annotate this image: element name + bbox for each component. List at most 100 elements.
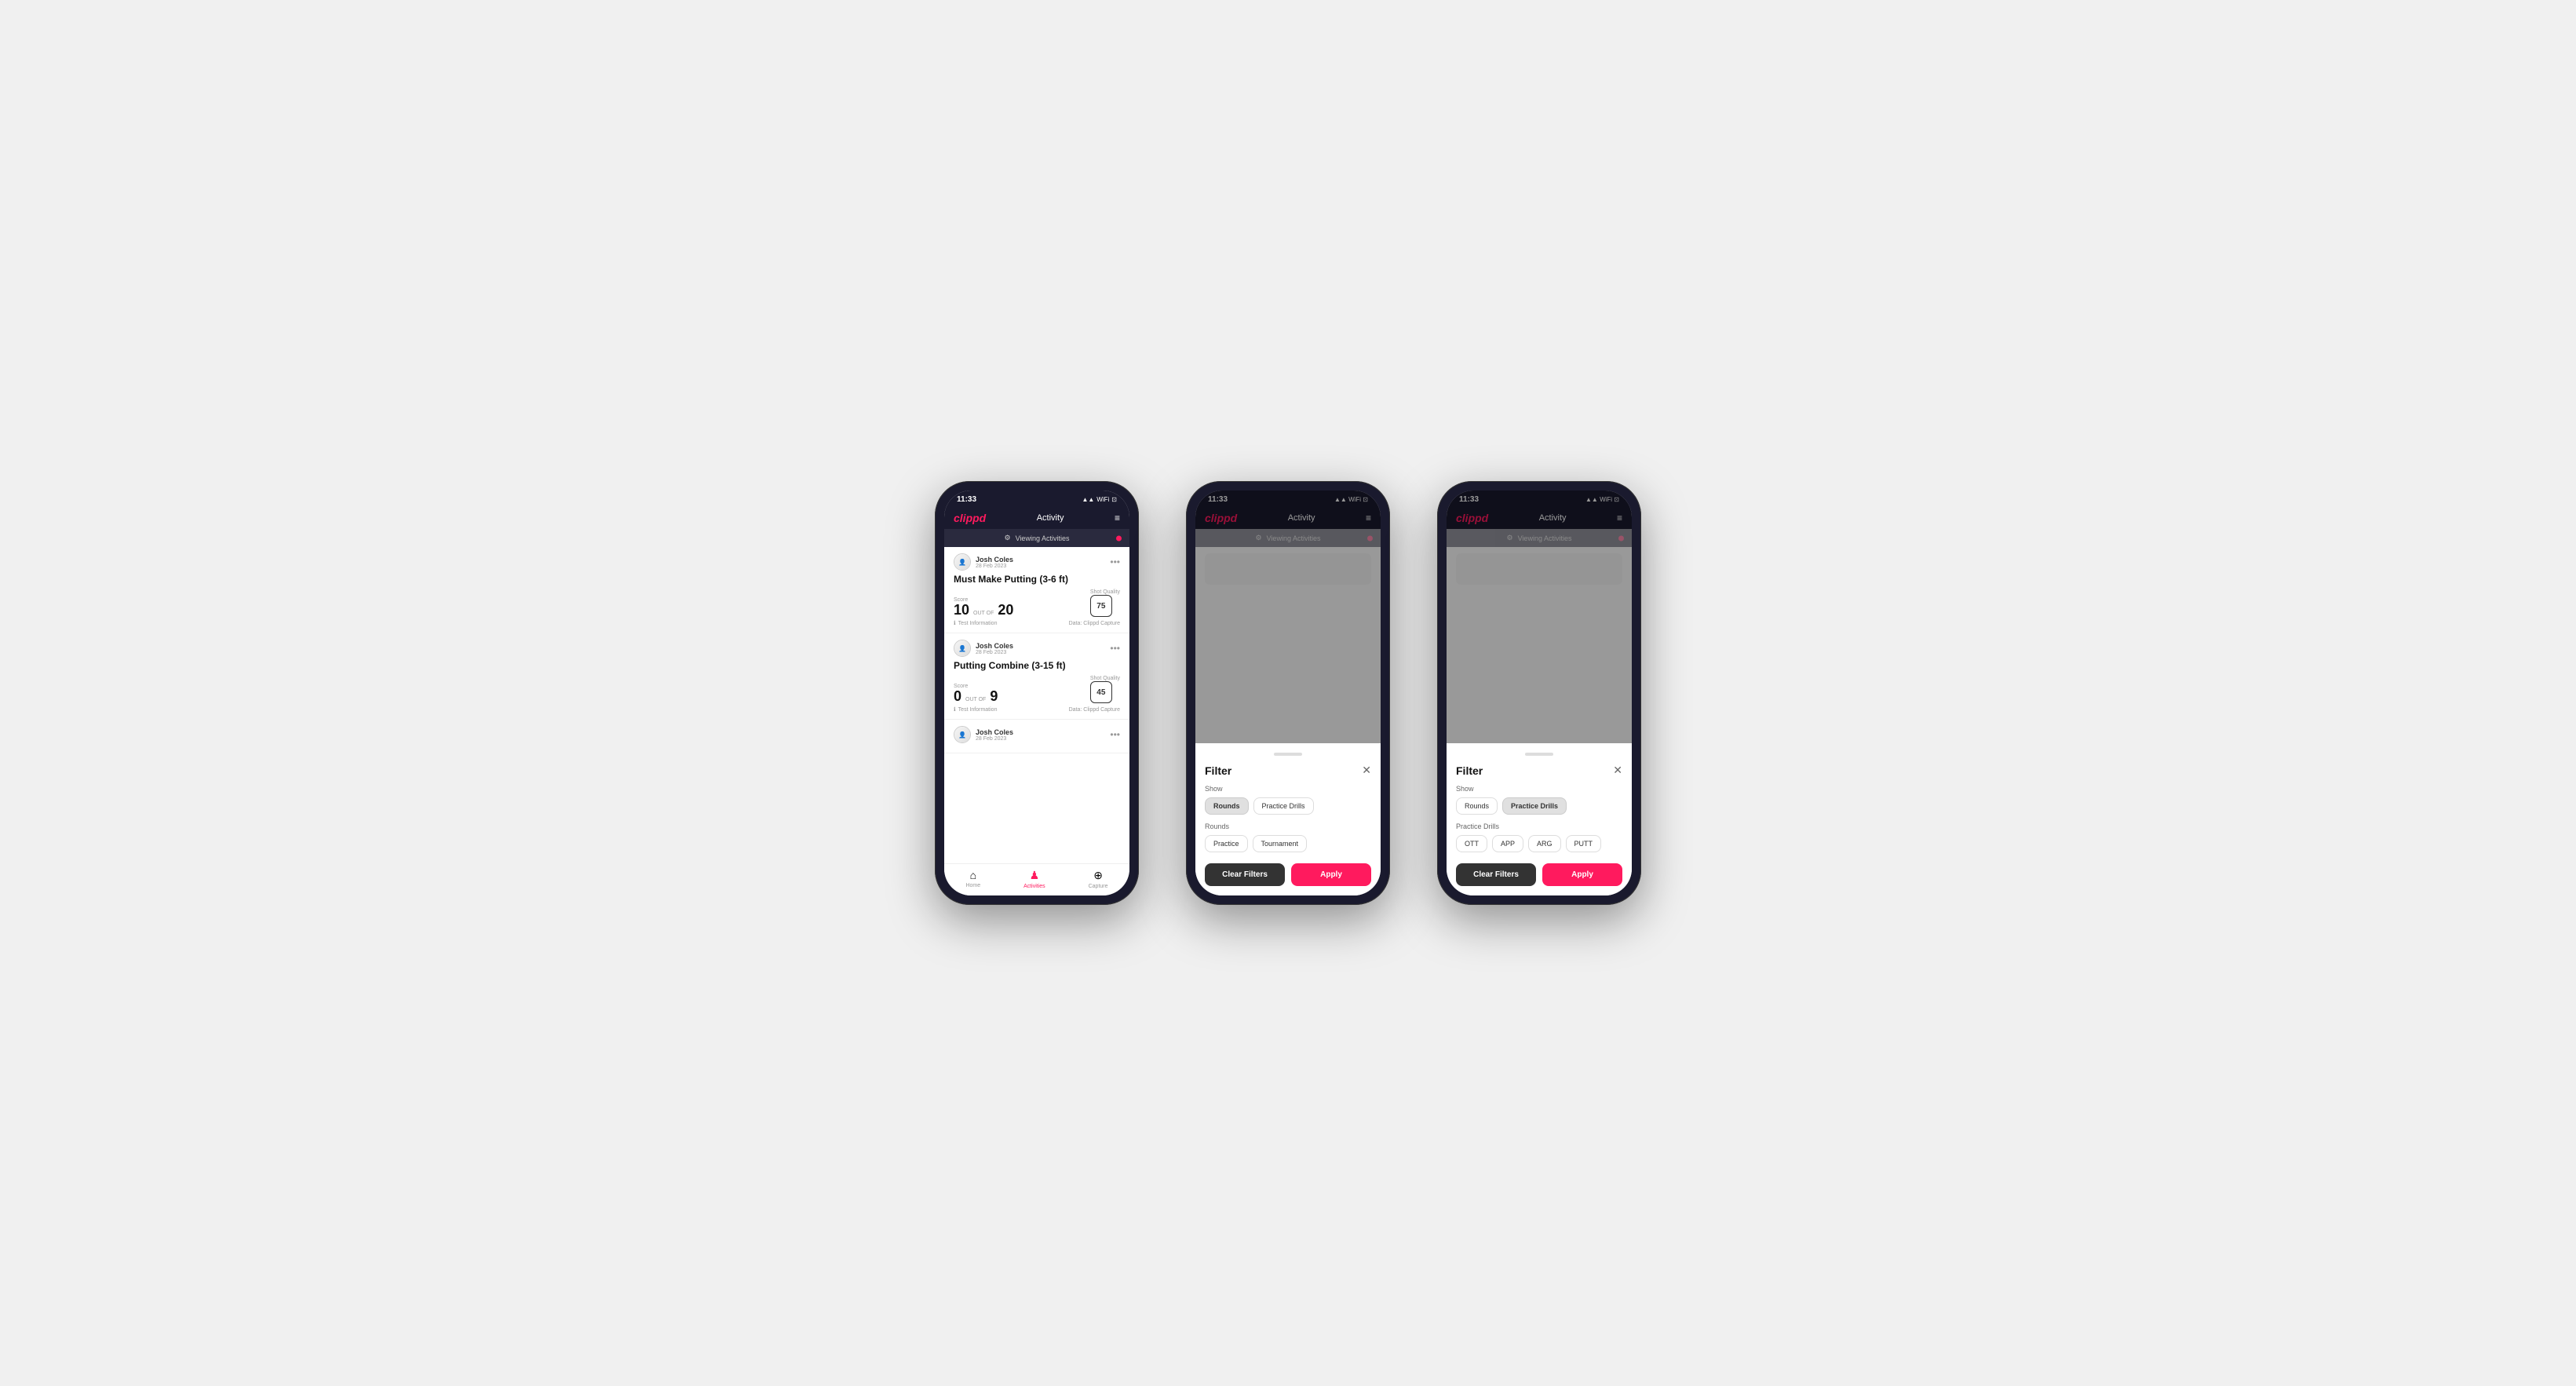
phone-1: 11:33 ▲▲ WiFi ⊡ clippd Activity ≡ ⚙ View… [935,481,1139,905]
viewing-label-1: Viewing Activities [1016,534,1070,542]
home-icon: ⌂ [970,869,976,881]
chip-practice-drills-3[interactable]: Practice Drills [1502,797,1567,815]
apply-btn-3[interactable]: Apply [1542,863,1622,886]
phone-3: 11:33 ▲▲ WiFi ⊡ clippd Activity ≡ ⚙ View… [1437,481,1641,905]
viewing-banner-1[interactable]: ⚙ Viewing Activities [944,529,1129,547]
status-icons: ▲▲ WiFi ⊡ [1082,496,1117,503]
chip-practice-drills-2[interactable]: Practice Drills [1253,797,1314,815]
chip-practice-round-2[interactable]: Practice [1205,835,1248,852]
test-info-1: ℹ Test Information [954,620,997,626]
clear-filters-btn-2[interactable]: Clear Filters [1205,863,1285,886]
phone-1-screen: 11:33 ▲▲ WiFi ⊡ clippd Activity ≡ ⚙ View… [944,491,1129,895]
show-label-3: Show [1456,785,1622,793]
rounds-label-2: Rounds [1205,822,1371,830]
user-date-3: 28 Feb 2023 [976,736,1013,742]
data-source-2: Data: Clippd Capture [1069,707,1120,713]
avatar-1: 👤 [954,553,971,571]
menu-icon-1[interactable]: ≡ [1115,512,1120,523]
stats-row-2: Score 0 OUT OF 9 Shot Quality 45 [954,676,1120,703]
user-name-3: Josh Coles [976,728,1013,736]
sq-label-2: Shot Quality [1090,676,1120,681]
drills-label-3: Practice Drills [1456,822,1622,830]
shots-value-1: 20 [998,603,1013,617]
app-header-1: clippd Activity ≡ [944,507,1129,529]
filter-sheet-2: Filter ✕ Show Rounds Practice Drills Rou… [1195,743,1381,895]
filter-icon-1: ⚙ [1005,534,1011,542]
chip-rounds-3[interactable]: Rounds [1456,797,1498,815]
activity-title-1: Must Make Putting (3-6 ft) [954,574,1120,585]
phone-3-screen: 11:33 ▲▲ WiFi ⊡ clippd Activity ≡ ⚙ View… [1447,491,1632,895]
show-chips-3: Rounds Practice Drills [1456,797,1622,815]
nav-capture-label: Capture [1089,884,1108,889]
activity-title-2: Putting Combine (3-15 ft) [954,660,1120,671]
filter-title-2: Filter [1205,764,1231,777]
sq-badge-2: 45 [1090,681,1112,703]
filter-title-3: Filter [1456,764,1483,777]
activity-card-2: 👤 Josh Coles 28 Feb 2023 ••• Putting Com… [944,633,1129,720]
user-info-2: 👤 Josh Coles 28 Feb 2023 [954,640,1013,657]
data-source-1: Data: Clippd Capture [1069,621,1120,626]
phone-2-screen: 11:33 ▲▲ WiFi ⊡ clippd Activity ≡ ⚙ View… [1195,491,1381,895]
out-of-2: OUT OF [965,697,986,702]
activity-card-1: 👤 Josh Coles 28 Feb 2023 ••• Must Make P… [944,547,1129,633]
close-filter-3[interactable]: ✕ [1613,764,1622,777]
header-title-1: Activity [1037,513,1064,523]
capture-icon: ⊕ [1093,869,1103,882]
sq-badge-1: 75 [1090,595,1112,617]
out-of-1: OUT OF [973,611,994,616]
filter-header-2: Filter ✕ [1205,764,1371,777]
shots-value-2: 9 [990,689,998,703]
status-time: 11:33 [957,495,976,504]
card-header-3: 👤 Josh Coles 28 Feb 2023 ••• [954,726,1120,743]
user-date-2: 28 Feb 2023 [976,650,1013,655]
nav-home-1[interactable]: ⌂ Home [965,869,980,889]
user-info-1: 👤 Josh Coles 28 Feb 2023 [954,553,1013,571]
drills-chips-3: OTT APP ARG PUTT [1456,835,1622,852]
chip-arg-3[interactable]: ARG [1528,835,1561,852]
nav-capture-1[interactable]: ⊕ Capture [1089,869,1108,889]
avatar-2: 👤 [954,640,971,657]
close-filter-2[interactable]: ✕ [1362,764,1371,777]
filter-sheet-3: Filter ✕ Show Rounds Practice Drills Pra… [1447,743,1632,895]
filter-header-3: Filter ✕ [1456,764,1622,777]
notch [1005,491,1068,506]
rounds-chips-2: Practice Tournament [1205,835,1371,852]
scene: 11:33 ▲▲ WiFi ⊡ clippd Activity ≡ ⚙ View… [888,434,1688,952]
show-label-2: Show [1205,785,1371,793]
test-info-2: ℹ Test Information [954,706,997,713]
card-header-2: 👤 Josh Coles 28 Feb 2023 ••• [954,640,1120,657]
nav-activities-1[interactable]: ♟ Activities [1023,869,1045,889]
score-value-1: 10 [954,603,969,617]
sheet-handle-3 [1525,753,1553,756]
apply-btn-2[interactable]: Apply [1291,863,1371,886]
user-date-1: 28 Feb 2023 [976,564,1013,569]
score-value-2: 0 [954,689,961,703]
chip-app-3[interactable]: APP [1492,835,1523,852]
phone-2: 11:33 ▲▲ WiFi ⊡ clippd Activity ≡ ⚙ View… [1186,481,1390,905]
nav-activities-label: Activities [1023,884,1045,889]
filter-actions-2: Clear Filters Apply [1205,863,1371,886]
user-name-1: Josh Coles [976,556,1013,564]
card-footer-1: ℹ Test Information Data: Clippd Capture [954,620,1120,626]
bottom-nav-1: ⌂ Home ♟ Activities ⊕ Capture [944,863,1129,895]
chip-putt-3[interactable]: PUTT [1566,835,1602,852]
activity-card-3: 👤 Josh Coles 28 Feb 2023 ••• [944,720,1129,753]
user-info-3: 👤 Josh Coles 28 Feb 2023 [954,726,1013,743]
card-header-1: 👤 Josh Coles 28 Feb 2023 ••• [954,553,1120,571]
sq-label-1: Shot Quality [1090,589,1120,595]
stats-row-1: Score 10 OUT OF 20 Shot Quality 75 [954,589,1120,617]
nav-home-label: Home [965,883,980,888]
chip-ott-3[interactable]: OTT [1456,835,1487,852]
content-1: 👤 Josh Coles 28 Feb 2023 ••• Must Make P… [944,547,1129,863]
overlay-bg-3 [1447,491,1632,743]
chip-rounds-2[interactable]: Rounds [1205,797,1249,815]
filter-actions-3: Clear Filters Apply [1456,863,1622,886]
chip-tournament-2[interactable]: Tournament [1253,835,1308,852]
more-dots-1[interactable]: ••• [1110,556,1120,567]
red-dot-1 [1116,535,1122,541]
clear-filters-btn-3[interactable]: Clear Filters [1456,863,1536,886]
more-dots-2[interactable]: ••• [1110,643,1120,654]
overlay-bg-2 [1195,491,1381,743]
more-dots-3[interactable]: ••• [1110,729,1120,740]
logo-1: clippd [954,512,986,524]
